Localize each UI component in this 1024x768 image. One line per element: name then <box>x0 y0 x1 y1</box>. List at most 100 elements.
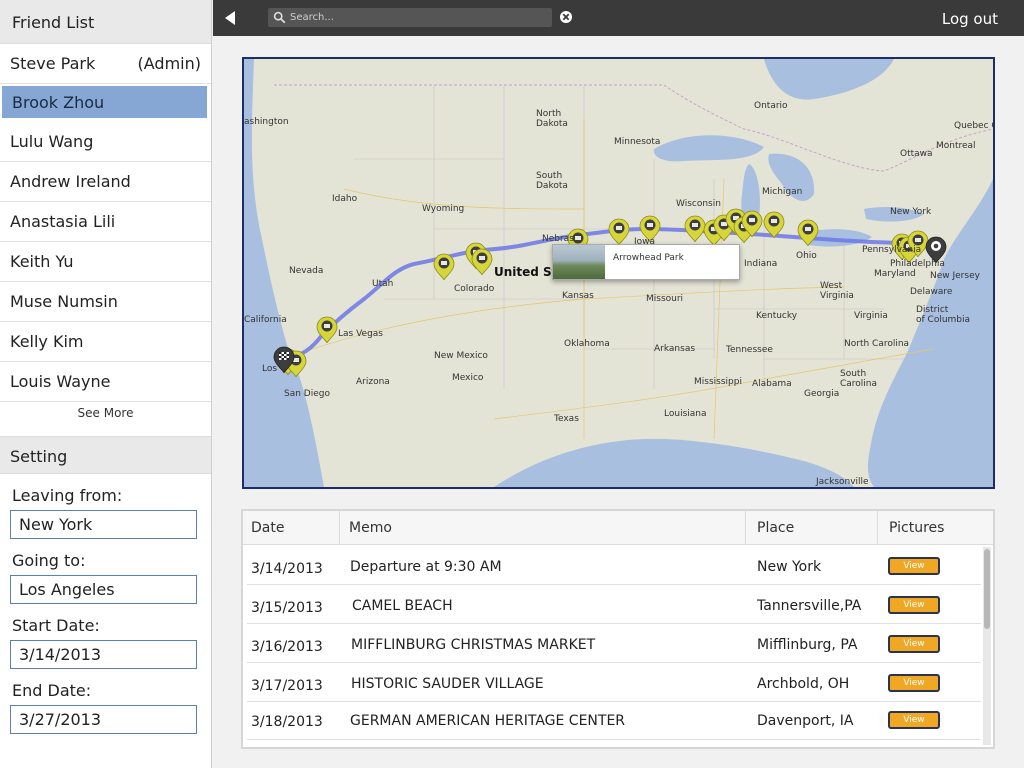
table-row[interactable]: 3/18/2013 GERMAN AMERICAN HERITAGE CENTE… <box>247 702 981 740</box>
friend-name: Steve Park <box>10 54 96 73</box>
column-header-pictures[interactable]: Pictures <box>889 520 944 536</box>
map-label-jacksonville: Jacksonville <box>816 477 869 487</box>
column-divider <box>339 511 340 545</box>
start-date-input[interactable] <box>10 640 197 669</box>
friend-item-anastasia-lili[interactable]: Anastasia Lili <box>0 202 211 242</box>
see-more-link[interactable]: See More <box>0 402 211 436</box>
friend-item-andrew-ireland[interactable]: Andrew Ireland <box>0 162 211 202</box>
row-place: Tannersville,PA <box>757 598 862 614</box>
map-label-district-of-columbia: District of Columbia <box>916 305 971 325</box>
table-row[interactable]: 3/15/2013 CAMEL BEACH Tannersville,PA Vi… <box>247 586 981 624</box>
map-label-virginia: Virginia <box>854 311 888 321</box>
friend-name: Brook Zhou <box>12 92 105 112</box>
map-label-mexico: Mexico <box>452 373 484 383</box>
view-pictures-button[interactable]: View <box>888 635 940 653</box>
friend-item-kelly-kim[interactable]: Kelly Kim <box>0 322 211 362</box>
friend-name: Lulu Wang <box>10 132 94 151</box>
map-label-oklahoma: Oklahoma <box>564 339 610 349</box>
search-icon <box>273 11 286 24</box>
map-label-quebec: Quebec City <box>954 121 993 131</box>
map-label-new-york: New York <box>890 207 932 217</box>
table-scrollbar[interactable] <box>983 547 991 745</box>
map-info-popup[interactable]: Arrowhead Park <box>552 244 740 280</box>
column-header-date[interactable]: Date <box>251 520 284 536</box>
going-to-input[interactable] <box>10 575 197 604</box>
friend-name: Anastasia Lili <box>10 212 116 231</box>
leaving-from-input[interactable] <box>10 510 197 539</box>
back-arrow-icon[interactable] <box>221 8 241 28</box>
table-row[interactable]: 3/14/2013 Departure at 9:30 AM New York … <box>247 547 981 585</box>
map-label-las-vegas: Las Vegas <box>338 329 383 339</box>
camera-pin-icon <box>797 219 819 247</box>
column-header-memo[interactable]: Memo <box>349 520 392 536</box>
friend-item-keith-yu[interactable]: Keith Yu <box>0 242 211 282</box>
map-label-south-carolina: South Carolina <box>840 369 878 389</box>
map-label-south-dakota: South Dakota <box>536 171 568 191</box>
view-pictures-button[interactable]: View <box>888 711 940 729</box>
map-label-ohio: Ohio <box>796 251 817 261</box>
table-header: Date Memo Place Pictures <box>243 511 993 545</box>
map-label-washington: ashington <box>244 117 289 127</box>
map-label-texas: Texas <box>554 414 579 424</box>
row-date: 3/17/2013 <box>251 678 323 694</box>
map-label-philadelphia: Philadelphia <box>890 259 945 269</box>
scrollbar-thumb[interactable] <box>984 549 990 629</box>
friend-name: Keith Yu <box>10 252 74 271</box>
map-label-california: California <box>244 315 287 325</box>
popup-photo-thumbnail <box>553 245 605 279</box>
leaving-from-label: Leaving from: <box>12 486 123 505</box>
row-date: 3/14/2013 <box>251 561 323 577</box>
clear-search-icon[interactable] <box>559 10 573 24</box>
view-pictures-button[interactable]: View <box>888 674 940 692</box>
end-date-label: End Date: <box>12 681 92 700</box>
friend-item-lulu-wang[interactable]: Lulu Wang <box>0 122 211 162</box>
search-input[interactable] <box>290 8 545 27</box>
map-label-north-dakota: North Dakota <box>536 109 568 129</box>
map-label-ottawa: Ottawa <box>900 149 933 159</box>
row-place: Mifflinburg, PA <box>757 637 858 653</box>
row-place: Davenport, IA <box>757 713 854 729</box>
column-header-place[interactable]: Place <box>757 520 794 536</box>
map-label-nevada: Nevada <box>289 266 324 276</box>
setting-header: Setting <box>0 436 211 474</box>
going-to-label: Going to: <box>12 551 86 570</box>
view-pictures-button[interactable]: View <box>888 596 940 614</box>
friend-item-steve-park[interactable]: Steve Park (Admin) <box>0 44 211 84</box>
friend-item-louis-wayne[interactable]: Louis Wayne <box>0 362 211 402</box>
row-memo: HISTORIC SAUDER VILLAGE <box>351 676 544 692</box>
friend-item-brook-zhou[interactable]: Brook Zhou <box>2 86 207 118</box>
map-label-kansas: Kansas <box>562 291 594 301</box>
sidebar: Friend List Steve Park (Admin) Brook Zho… <box>0 0 212 768</box>
view-pictures-button[interactable]: View <box>888 557 940 575</box>
map-label-wisconsin: Wisconsin <box>676 199 721 209</box>
row-date: 3/18/2013 <box>251 714 323 730</box>
map-label-louisiana: Louisiana <box>664 409 707 419</box>
row-memo: CAMEL BEACH <box>352 598 453 614</box>
map-label-colorado: Colorado <box>454 284 495 294</box>
row-date: 3/16/2013 <box>251 639 323 655</box>
map-label-mississippi: Mississippi <box>694 377 742 387</box>
popup-place-title: Arrowhead Park <box>613 253 684 263</box>
map-label-idaho: Idaho <box>332 194 358 204</box>
itinerary-table: Date Memo Place Pictures 3/14/2013 Depar… <box>241 509 995 749</box>
map-label-indiana: Indiana <box>744 259 778 269</box>
column-divider <box>877 511 878 545</box>
camera-pin-icon <box>316 316 338 344</box>
search-box[interactable] <box>268 8 552 27</box>
map-label-wyoming: Wyoming <box>422 204 465 214</box>
friend-item-muse-numsin[interactable]: Muse Numsin <box>0 282 211 322</box>
map-label-maryland: Maryland <box>874 269 916 279</box>
top-bar: Log out <box>213 0 1024 36</box>
camera-pin-icon <box>763 211 785 239</box>
logout-button[interactable]: Log out <box>942 10 998 28</box>
row-memo: GERMAN AMERICAN HERITAGE CENTER <box>350 713 626 729</box>
map-label-alabama: Alabama <box>752 379 792 389</box>
map-label-delaware: Delaware <box>910 287 953 297</box>
map-label-missouri: Missouri <box>646 294 684 304</box>
end-date-input[interactable] <box>10 705 197 734</box>
friend-name: Andrew Ireland <box>10 172 131 191</box>
map-label-tennessee: Tennessee <box>726 345 773 355</box>
table-row[interactable]: 3/16/2013 MIFFLINBURG CHRISTMAS MARKET M… <box>247 625 981 663</box>
route-map[interactable]: ashington North Dakota South Dakota Minn… <box>242 57 995 489</box>
table-row[interactable]: 3/17/2013 HISTORIC SAUDER VILLAGE Archbo… <box>247 664 981 702</box>
